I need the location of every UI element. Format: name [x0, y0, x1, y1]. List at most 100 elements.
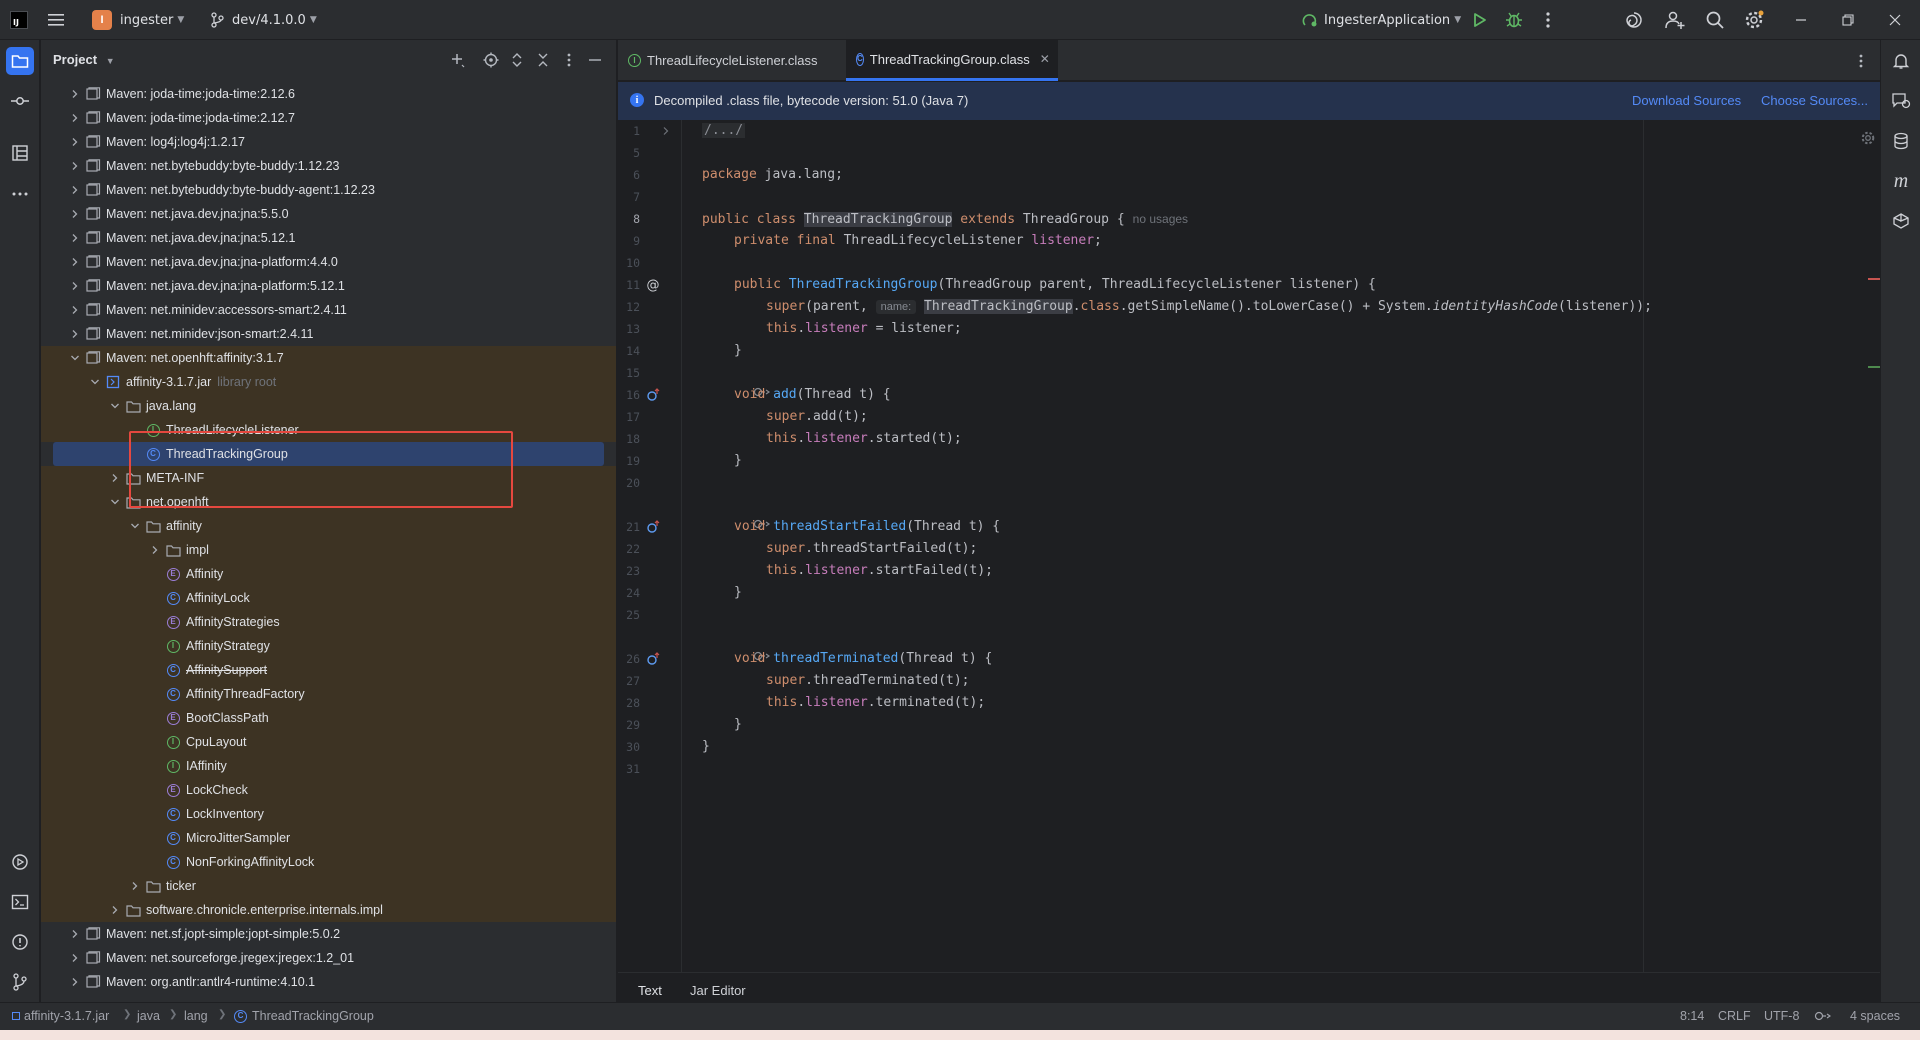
chevron-down-icon[interactable]	[67, 350, 83, 366]
tree-item[interactable]: Maven: net.java.dev.jna:jna:5.12.1	[41, 226, 616, 250]
code-editor[interactable]: /.../ package java.lang; public class Th…	[684, 120, 1814, 980]
tree-item[interactable]: I AffinityStrategy	[41, 634, 616, 658]
git-tool-button[interactable]	[6, 968, 34, 996]
tree-item[interactable]: C LockInventory	[41, 802, 616, 826]
tree-item[interactable]: Maven: net.java.dev.jna:jna:5.5.0	[41, 202, 616, 226]
tree-item[interactable]: net.openhft	[41, 490, 616, 514]
project-switcher[interactable]: I ingester ▼	[92, 0, 184, 40]
chevron-down-icon[interactable]	[107, 398, 123, 414]
code-vision-lens[interactable]	[734, 494, 772, 529]
tree-item[interactable]: affinity-3.1.7.jar library root	[41, 370, 616, 394]
override-icon[interactable]	[645, 519, 661, 535]
tree-item[interactable]: E Affinity	[41, 562, 616, 586]
tree-item[interactable]: Maven: net.minidev:accessors-smart:2.4.1…	[41, 298, 616, 322]
collapse-all-button[interactable]	[533, 50, 553, 70]
ai-assistant-button[interactable]	[1623, 0, 1645, 40]
chevron-right-icon[interactable]	[67, 254, 83, 270]
tree-item[interactable]: C NonForkingAffinityLock	[41, 850, 616, 874]
chevron-down-icon[interactable]	[87, 374, 103, 390]
editor-gutter[interactable]: 1 5 6 7 8 9 10 11 12 13 14 15 16 17 18 19 20 21 22 23 24 25 26…	[618, 120, 682, 980]
tab-thread-lifecycle-listener[interactable]: I ThreadLifecycleListener.class	[618, 40, 846, 81]
breadcrumb-java[interactable]: java	[137, 1009, 160, 1023]
minimize-button[interactable]	[1778, 0, 1824, 40]
tree-item[interactable]: E LockCheck	[41, 778, 616, 802]
file-encoding[interactable]: UTF-8	[1764, 1009, 1799, 1023]
chevron-down-icon[interactable]	[107, 494, 123, 510]
services-tool-button[interactable]	[6, 848, 34, 876]
tab-actions-button[interactable]	[1851, 51, 1871, 71]
chevron-right-icon[interactable]	[67, 974, 83, 990]
code-with-me-button[interactable]	[1664, 0, 1686, 40]
chevron-right-icon[interactable]	[67, 326, 83, 342]
tab-thread-tracking-group[interactable]: C ThreadTrackingGroup.class ✕	[846, 40, 1058, 81]
folded-region[interactable]: /.../	[702, 123, 746, 138]
tree-item[interactable]: META-INF	[41, 466, 616, 490]
tree-item[interactable]: Maven: net.java.dev.jna:jna-platform:5.1…	[41, 274, 616, 298]
chevron-down-icon[interactable]	[127, 518, 143, 534]
breadcrumb-lang[interactable]: lang	[184, 1009, 208, 1023]
structure-tool-button[interactable]	[6, 139, 34, 167]
chevron-right-icon[interactable]	[67, 134, 83, 150]
chevron-right-icon[interactable]	[67, 182, 83, 198]
project-view-selector[interactable]: Project ▼	[53, 52, 115, 67]
tree-item[interactable]: Maven: joda-time:joda-time:2.12.7	[41, 106, 616, 130]
more-actions-button[interactable]	[1537, 0, 1559, 40]
expand-all-button[interactable]	[507, 50, 527, 70]
tree-item[interactable]: Maven: org.antlr:antlr4-runtime:4.10.1	[41, 970, 616, 994]
restore-button[interactable]	[1825, 0, 1871, 40]
tree-item[interactable]: Maven: net.bytebuddy:byte-buddy-agent:1.…	[41, 178, 616, 202]
tree-item[interactable]: Maven: net.bytebuddy:byte-buddy:1.12.23	[41, 154, 616, 178]
tree-item[interactable]: Maven: log4j:log4j:1.2.17	[41, 130, 616, 154]
override-icon[interactable]	[645, 651, 661, 667]
indent-setting[interactable]: 4 spaces	[1850, 1009, 1900, 1023]
chevron-right-icon[interactable]	[67, 230, 83, 246]
tree-item[interactable]: I IAffinity	[41, 754, 616, 778]
tree-item[interactable]: I CpuLayout	[41, 730, 616, 754]
chevron-right-icon[interactable]	[67, 926, 83, 942]
plugin-button[interactable]	[1887, 207, 1915, 235]
tree-item[interactable]: Maven: net.sourceforge.jregex:jregex:1.2…	[41, 946, 616, 970]
maven-button[interactable]: m	[1887, 167, 1915, 195]
code-vision-lens[interactable]	[734, 362, 772, 397]
main-menu-button[interactable]	[48, 0, 70, 40]
chevron-right-icon[interactable]	[67, 302, 83, 318]
tree-item[interactable]: Maven: joda-time:joda-time:2.12.6	[41, 82, 616, 106]
tree-item[interactable]: I ThreadLifecycleListener	[41, 418, 616, 442]
override-icon[interactable]	[645, 387, 661, 403]
chevron-right-icon[interactable]	[67, 110, 83, 126]
code-style-indicator[interactable]	[1813, 1008, 1832, 1027]
close-tab-icon[interactable]: ✕	[1040, 52, 1050, 66]
tree-item[interactable]: C MicroJitterSampler	[41, 826, 616, 850]
chevron-right-icon[interactable]	[67, 86, 83, 102]
chevron-right-icon[interactable]	[67, 278, 83, 294]
tree-item[interactable]: Maven: net.java.dev.jna:jna-platform:4.4…	[41, 250, 616, 274]
breadcrumb-class[interactable]: C ThreadTrackingGroup	[234, 1009, 374, 1023]
tree-item[interactable]: software.chronicle.enterprise.internals.…	[41, 898, 616, 922]
terminal-tool-button[interactable]	[6, 888, 34, 916]
more-tools-button[interactable]	[6, 180, 34, 208]
chevron-right-icon[interactable]	[67, 950, 83, 966]
problems-tool-button[interactable]	[6, 928, 34, 956]
tree-item[interactable]: java.lang	[41, 394, 616, 418]
run-button[interactable]	[1468, 0, 1490, 40]
settings-button[interactable]	[1743, 0, 1765, 40]
tree-item[interactable]: C AffinityThreadFactory	[41, 682, 616, 706]
commit-tool-button[interactable]	[6, 87, 34, 115]
notifications-button[interactable]	[1887, 47, 1915, 75]
download-sources-link[interactable]: Download Sources	[1632, 93, 1741, 108]
chevron-right-icon[interactable]	[67, 206, 83, 222]
close-window-button[interactable]	[1872, 0, 1918, 40]
code-vision-lens[interactable]	[734, 626, 772, 661]
chevron-right-icon[interactable]	[107, 902, 123, 918]
tree-item[interactable]: impl	[41, 538, 616, 562]
debug-button[interactable]	[1503, 0, 1525, 40]
project-tool-button[interactable]	[6, 47, 34, 75]
tree-item[interactable]: E AffinityStrategies	[41, 610, 616, 634]
chevron-right-icon[interactable]	[127, 878, 143, 894]
line-separator[interactable]: CRLF	[1718, 1009, 1751, 1023]
tree-item[interactable]: affinity	[41, 514, 616, 538]
chevron-right-icon[interactable]	[147, 542, 163, 558]
branch-switcher[interactable]: dev/4.1.0.0 ▼	[210, 0, 317, 40]
search-everywhere-button[interactable]	[1704, 0, 1726, 40]
chevron-right-icon[interactable]	[67, 158, 83, 174]
